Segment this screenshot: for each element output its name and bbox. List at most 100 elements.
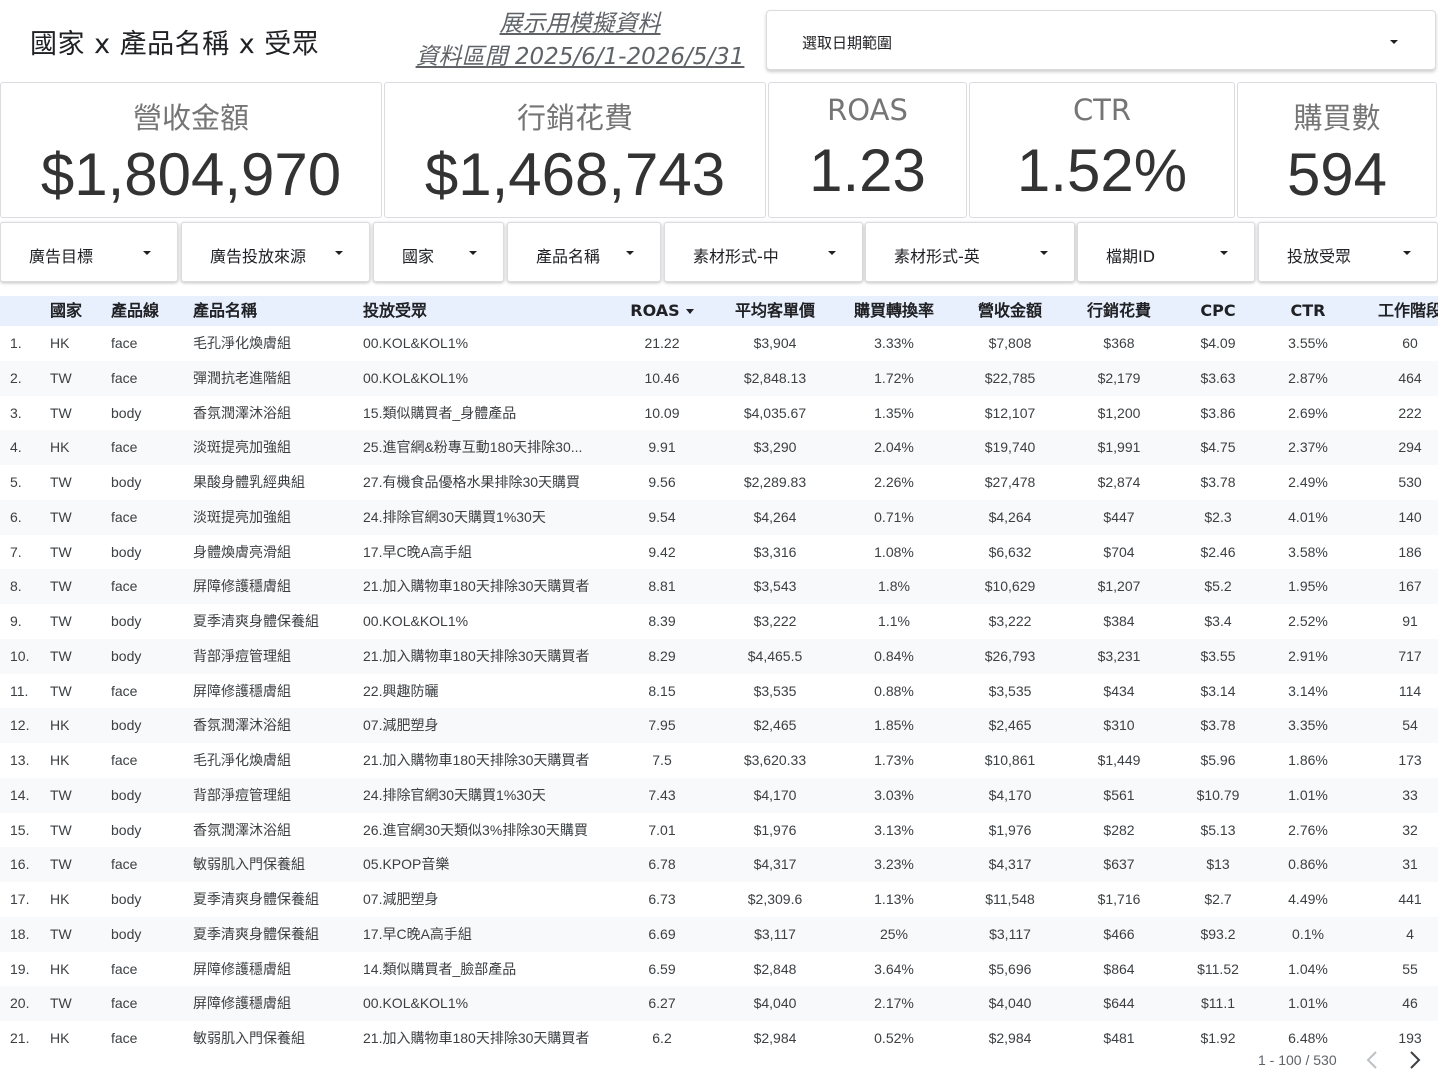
cell-marketing-spend: $3,231 [1097,647,1141,664]
filter-creative-type-en[interactable]: 素材形式-英 [865,222,1075,282]
table-row[interactable]: 21. HK face 敏弱肌入門保養組 21.加入購物車180天排除30天購買者 6.2… [0,1021,1438,1056]
cell-row-index: 11. [10,682,29,699]
cell-sessions: 31 [1402,856,1418,873]
column-header-cpc[interactable]: CPC [1175,296,1261,326]
cell-revenue: $7,808 [988,335,1032,351]
mock-data-notice: 展示用模擬資料 資料區間 2025/6/1-2026/5/31 [400,8,760,74]
chevron-down-icon [335,251,343,255]
next-page-button[interactable] [1405,1048,1425,1072]
cell-country: TW [50,995,72,1012]
table-row[interactable]: 5. TW body 果酸身體乳經典組 27.有機食品優格水果排除30天購買 9.56 $2… [0,465,1438,500]
column-header-product-line[interactable]: 產品線 [111,296,189,326]
column-header-ctr[interactable]: CTR [1265,296,1351,326]
cell-conversion-rate: 3.13% [874,821,914,838]
column-header-conversion-rate[interactable]: 購買轉換率 [838,296,950,326]
cell-ctr: 1.95% [1288,578,1328,595]
column-header-marketing-spend[interactable]: 行銷花費 [1070,296,1168,326]
cell-product-line: body [111,891,142,907]
column-header-roas[interactable]: ROAS [612,296,712,326]
column-header-avg-order-value[interactable]: 平均客單價 [720,296,830,326]
column-header-label: 營收金額 [977,301,1042,320]
table-row[interactable]: 2. TW face 彈潤抗老進階組 00.KOL&KOL1% 10.46 $2,848.1… [0,360,1438,396]
cell-country: HK [50,335,70,351]
column-header-label: 投放受眾 [363,301,428,320]
cell-marketing-spend: $1,200 [1097,404,1141,421]
cell-avg-order-value: $4,465.5 [747,647,803,664]
cell-product-line: face [111,508,138,525]
cell-avg-order-value: $3,222 [753,613,797,629]
date-range-picker[interactable]: 選取日期範圍 [766,10,1436,70]
cell-avg-order-value: $2,309.6 [747,891,803,907]
cell-product-line: body [111,647,142,664]
cell-audience: 21.加入購物車180天排除30天購買者 [363,1030,590,1046]
filter-country[interactable]: 國家 [373,222,504,282]
table-row[interactable]: 15. TW body 香氛潤澤沐浴組 26.進官網30天類似3%排除30天購買 7.01… [0,813,1438,848]
table-row[interactable]: 7. TW body 身體煥膚亮滑組 17.早C晚A高手組 9.42 $3,316 1.08%… [0,535,1438,570]
cell-revenue: $19,740 [984,439,1036,456]
cell-sessions: 60 [1402,335,1418,351]
cell-roas: 10.09 [644,404,680,421]
prev-page-button[interactable] [1362,1048,1382,1072]
table-row[interactable]: 9. TW body 夏季清爽身體保養組 00.KOL&KOL1% 8.39 $3,222 1… [0,604,1438,639]
cell-avg-order-value: $4,317 [753,856,797,873]
kpi-value: 1.52% [1016,137,1188,204]
table-row[interactable]: 12. HK body 香氛潤澤沐浴組 07.減肥塑身 7.95 $2,465 1.85% $2… [0,708,1438,743]
column-header-country[interactable]: 國家 [50,296,106,326]
cell-product-name: 屏障修護穩膚組 [193,995,291,1012]
cell-conversion-rate: 0.84% [874,647,914,664]
cell-product-name: 背部淨痘管理組 [193,647,291,664]
filter-audience[interactable]: 投放受眾 [1258,222,1438,282]
chevron-down-icon [1220,251,1228,255]
cell-roas: 6.78 [648,856,676,873]
chevron-down-icon [143,251,151,255]
cell-country: TW [50,578,72,595]
cell-cpc: $4.75 [1200,439,1236,456]
cell-revenue: $3,535 [988,682,1032,699]
cell-country: TW [50,647,72,664]
table-row[interactable]: 17. HK body 夏季清爽身體保養組 07.減肥塑身 6.73 $2,309.6 1.1… [0,882,1438,917]
table-row[interactable]: 20. TW face 屏障修護穩膚組 00.KOL&KOL1% 6.27 $4,040 2.… [0,986,1438,1021]
table-row[interactable]: 8. TW face 屏障修護穩膚組 21.加入購物車180天排除30天購買者 8.81 $… [0,569,1438,604]
cell-ctr: 0.1% [1292,925,1324,942]
cell-audience: 17.早C晚A高手組 [363,543,472,560]
cell-audience: 21.加入購物車180天排除30天購買者 [363,752,590,768]
table-row[interactable]: 3. TW body 香氛潤澤沐浴組 15.類似購買者_身體產品 10.09 $4,035.… [0,396,1438,431]
table-row[interactable]: 18. TW body 夏季清爽身體保養組 17.早C晚A高手組 6.69 $3,117 25… [0,916,1438,952]
cell-conversion-rate: 2.26% [874,474,914,490]
table-row[interactable]: 6. TW face 淡斑提亮加強組 24.排除官網30天購買1%30天 9.54 $4,2… [0,499,1438,535]
chevron-down-icon [828,251,836,255]
column-header-product-name[interactable]: 產品名稱 [193,296,358,326]
cell-avg-order-value: $2,465 [753,717,797,734]
filter-creative-type-zh[interactable]: 素材形式-中 [664,222,863,282]
column-header-audience[interactable]: 投放受眾 [363,296,618,326]
cell-audience: 05.KPOP音樂 [363,856,450,873]
column-header-revenue[interactable]: 營收金額 [955,296,1065,326]
filter-ad-objective[interactable]: 廣告目標 [0,222,178,282]
cell-audience: 21.加入購物車180天排除30天購買者 [363,647,590,664]
kpi-purchases: 購買數 594 [1237,82,1437,218]
table-row[interactable]: 4. HK face 淡斑提亮加強組 25.進官網&粉專互動180天排除30... 9.9… [0,430,1438,465]
cell-conversion-rate: 1.8% [878,578,910,595]
table-row[interactable]: 1. HK face 毛孔淨化煥膚組 00.KOL&KOL1% 21.22 $3,904 3.… [0,326,1438,361]
table-row[interactable]: 16. TW face 敏弱肌入門保養組 05.KPOP音樂 6.78 $4,317 3.23… [0,847,1438,882]
table-row[interactable]: 11. TW face 屏障修護穩膚組 22.興趣防曬 8.15 $3,535 0.88% $3… [0,674,1438,709]
column-header-sessions[interactable]: 工作階段 [1360,296,1438,326]
cell-revenue: $11,548 [985,891,1035,907]
cell-row-index: 2. [10,369,22,386]
cell-conversion-rate: 1.72% [874,369,914,386]
filter-ad-source[interactable]: 廣告投放來源 [181,222,370,282]
table-row[interactable]: 14. TW body 背部淨痘管理組 24.排除官網30天購買1%30天 7.43 $4,… [0,777,1438,813]
filter-product-name[interactable]: 產品名稱 [507,222,661,282]
table-row[interactable]: 13. HK face 毛孔淨化煥膚組 21.加入購物車180天排除30天購買者 7.5 $… [0,743,1438,778]
cell-revenue: $1,976 [988,821,1032,838]
cell-cpc: $10.79 [1196,786,1240,803]
table-row[interactable]: 19. HK face 屏障修護穩膚組 14.類似購買者_臉部產品 6.59 $2,848 3… [0,952,1438,987]
cell-avg-order-value: $2,289.83 [743,474,807,490]
cell-product-line: body [111,613,142,629]
filter-campaign-id[interactable]: 檔期ID [1077,222,1255,282]
table-row[interactable]: 10. TW body 背部淨痘管理組 21.加入購物車180天排除30天購買者 8.29… [0,638,1438,674]
cell-product-name: 彈潤抗老進階組 [193,369,291,386]
cell-sessions: 530 [1398,474,1422,490]
cell-audience: 26.進官網30天類似3%排除30天購買 [363,821,588,838]
cell-roas: 6.27 [648,995,676,1012]
